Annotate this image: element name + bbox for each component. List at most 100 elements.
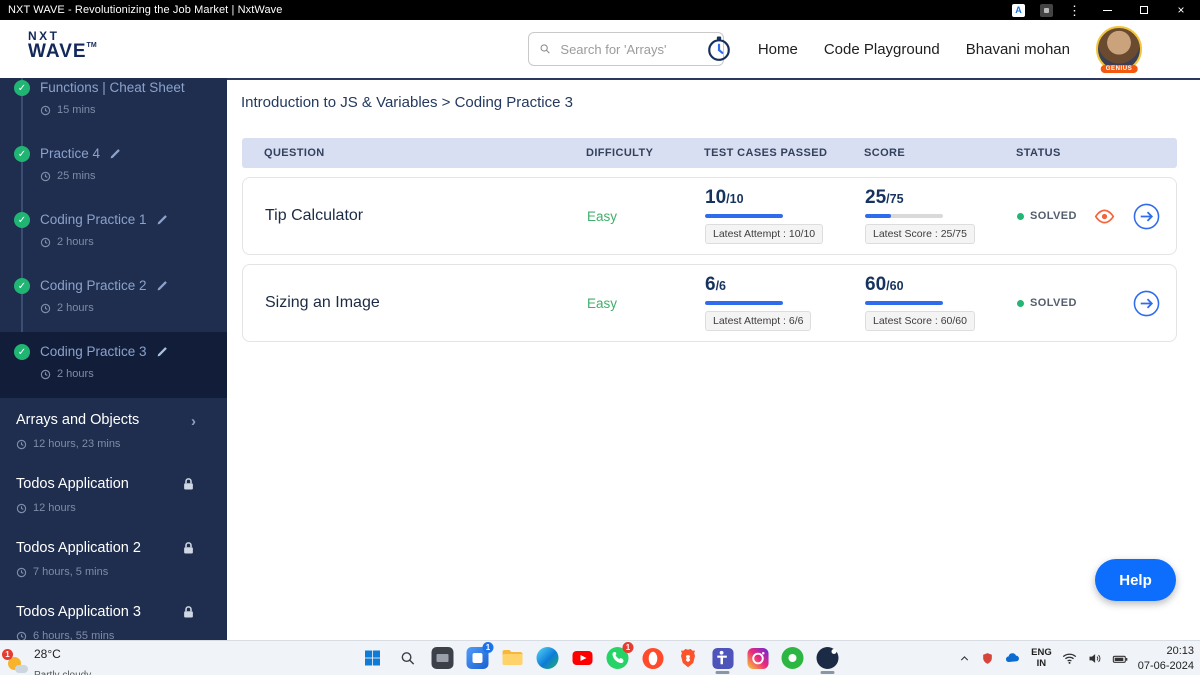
view-solution-eye-icon[interactable] (1094, 206, 1115, 227)
tests-progress-bar (705, 214, 783, 218)
edge-browser-icon[interactable] (536, 646, 560, 670)
lock-icon (181, 541, 196, 561)
sidebar-item-label: Coding Practice 3 (40, 344, 147, 359)
completed-check-icon: ✓ (14, 278, 30, 294)
user-name[interactable]: Bhavani mohan (966, 41, 1070, 58)
sidebar-item-todos-application-3[interactable]: Todos Application 3 6 hours, 55 mins (0, 590, 227, 640)
open-question-arrow-icon[interactable] (1133, 203, 1160, 230)
maximize-button[interactable] (1133, 0, 1155, 20)
minimize-button[interactable] (1096, 0, 1118, 20)
edit-icon[interactable] (156, 279, 169, 292)
table-row[interactable]: Sizing an Image Easy 6/6 Latest Attempt … (242, 264, 1177, 342)
extension-icon[interactable] (1040, 3, 1053, 17)
search-input[interactable] (558, 40, 713, 58)
sidebar-item-duration: 12 hours (33, 502, 76, 514)
start-button-icon[interactable] (361, 646, 385, 670)
latest-attempt-badge: Latest Attempt : 10/10 (705, 224, 824, 244)
status-badge: SOLVED (1017, 210, 1077, 222)
security-shield-icon[interactable] (981, 652, 994, 665)
avatar[interactable]: GENIUS (1096, 26, 1142, 73)
sidebar-item-functions-cheat-sheet[interactable]: ✓ Functions | Cheat Sheet 15 mins (0, 78, 227, 134)
sidebar-item-coding-practice-2[interactable]: ✓ Coding Practice 2 2 hours (0, 266, 227, 332)
green-app-glyph (781, 647, 804, 669)
clock-widget[interactable]: 20:13 07-06-2024 (1138, 644, 1194, 673)
status-badge: SOLVED (1017, 297, 1077, 309)
sidebar-item-coding-practice-1[interactable]: ✓ Coding Practice 1 2 hours (0, 200, 227, 266)
language-primary: ENG (1031, 646, 1052, 658)
chat-app-icon[interactable]: 1 (466, 642, 494, 670)
sidebar-item-todos-application[interactable]: Todos Application 12 hours (0, 462, 227, 526)
sidebar-item-duration: 7 hours, 5 mins (33, 566, 109, 578)
table-row[interactable]: Tip Calculator Easy 10/10 Latest Attempt… (242, 177, 1177, 255)
sidebar-item-coding-practice-3[interactable]: ✓ Coding Practice 3 2 hours (0, 332, 227, 398)
help-button[interactable]: Help (1095, 559, 1176, 601)
search-box[interactable] (528, 32, 724, 66)
open-question-arrow-icon[interactable] (1133, 290, 1160, 317)
teams-icon[interactable] (711, 646, 735, 670)
edit-icon[interactable] (156, 213, 169, 226)
whatsapp-business-icon[interactable] (781, 646, 805, 670)
nxtwave-logo[interactable]: NXT WAVETM (28, 30, 97, 61)
completed-check-icon: ✓ (14, 212, 30, 228)
sidebar-item-todos-application-2[interactable]: Todos Application 2 7 hours, 5 mins (0, 526, 227, 590)
clock-icon (40, 369, 51, 379)
tests-passed-total: /10 (726, 192, 744, 206)
nxtwave-app-icon[interactable] (816, 646, 840, 670)
edit-icon[interactable] (156, 345, 169, 358)
taskbar-date: 07-06-2024 (1137, 659, 1194, 672)
brave-browser-icon[interactable] (676, 646, 700, 670)
solved-dot-icon (1017, 299, 1024, 307)
score-progress-bar (865, 214, 943, 218)
timer-icon[interactable] (706, 36, 732, 62)
battery-icon[interactable] (1112, 651, 1128, 667)
weather-widget[interactable]: 1 28°C Partly cloudy (2, 644, 91, 675)
onedrive-cloud-icon[interactable] (1004, 650, 1021, 667)
tests-progress-bar (705, 301, 783, 305)
main-content: Introduction to JS & Variables > Coding … (227, 78, 1200, 640)
system-tray: ENG IN 20:13 07-06-2024 (958, 641, 1194, 675)
task-view-icon[interactable] (431, 646, 455, 670)
weather-icon: 1 (2, 649, 28, 675)
column-header-score: SCORE (864, 147, 906, 159)
opera-browser-icon[interactable] (641, 646, 665, 670)
edit-icon[interactable] (109, 147, 122, 160)
minimize-icon (1102, 9, 1112, 11)
latest-score-badge: Latest Score : 60/60 (865, 311, 975, 331)
sidebar-section-label: Todos Application 2 (16, 540, 141, 556)
sidebar-item-arrays-and-objects[interactable]: Arrays and Objects › 12 hours, 23 mins (0, 398, 227, 462)
sidebar-item-duration: 2 hours (57, 236, 94, 248)
course-sidebar: ✓ Functions | Cheat Sheet 15 mins ✓ Prac… (0, 78, 227, 640)
wifi-icon[interactable] (1062, 651, 1077, 666)
nav-home[interactable]: Home (758, 41, 798, 58)
close-button[interactable]: × (1170, 0, 1192, 20)
question-title[interactable]: Sizing an Image (265, 294, 587, 312)
language-switcher[interactable]: ENG IN (1031, 646, 1052, 670)
tests-passed-value: 10 (705, 187, 727, 208)
nxtwave-app-glyph (816, 647, 839, 669)
volume-icon[interactable] (1087, 651, 1102, 666)
youtube-icon[interactable] (571, 646, 595, 670)
tests-passed-total: /6 (715, 279, 727, 293)
completed-check-icon: ✓ (14, 146, 30, 162)
chevron-up-icon[interactable] (958, 652, 971, 665)
browser-menu-icon[interactable]: ⋮ (1068, 4, 1081, 17)
sidebar-item-practice-4[interactable]: ✓ Practice 4 25 mins (0, 134, 227, 200)
status-cell: SOLVED (1017, 290, 1176, 317)
question-title[interactable]: Tip Calculator (265, 207, 587, 225)
score-metric: 60/60 Latest Score : 60/60 (865, 275, 1017, 331)
taskbar-search-icon[interactable] (396, 646, 420, 670)
score-total: /60 (886, 279, 904, 293)
header-right: Home Code Playground Bhavani mohan GENIU… (706, 20, 1142, 78)
nav-code-playground[interactable]: Code Playground (824, 41, 940, 58)
test-cases-metric: 10/10 Latest Attempt : 10/10 (705, 188, 865, 244)
sidebar-item-label: Practice 4 (40, 146, 101, 161)
translate-icon[interactable]: A (1012, 3, 1025, 17)
test-cases-metric: 6/6 Latest Attempt : 6/6 (705, 275, 865, 331)
taskbar-apps: 1 1 (361, 642, 840, 670)
whatsapp-icon[interactable]: 1 (606, 642, 634, 670)
window-titlebar: NXT WAVE - Revolutionizing the Job Marke… (0, 0, 1200, 20)
score-value: 25 (865, 187, 887, 208)
column-header-status: STATUS (1016, 147, 1061, 159)
file-explorer-icon[interactable] (501, 646, 525, 670)
instagram-icon[interactable] (746, 646, 770, 670)
